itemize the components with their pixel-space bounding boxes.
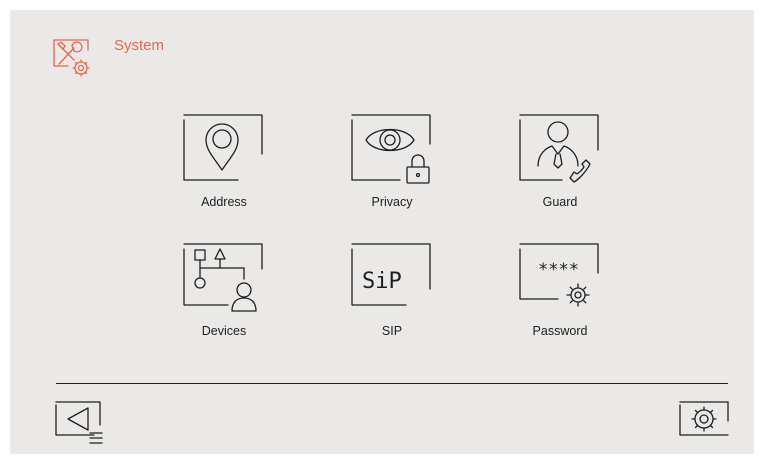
password-gear-icon: **** bbox=[519, 243, 600, 311]
tools-gear-icon bbox=[53, 36, 90, 82]
sip-icon-text: SiP bbox=[362, 269, 402, 294]
page-title: System bbox=[114, 37, 165, 54]
back-button[interactable] bbox=[55, 401, 106, 445]
guard-tile[interactable]: Guard bbox=[496, 114, 616, 224]
back-menu-icon bbox=[55, 401, 103, 444]
settings-button[interactable] bbox=[679, 401, 730, 436]
location-pin-icon bbox=[183, 114, 264, 182]
guard-phone-icon bbox=[519, 114, 600, 183]
sip-tile[interactable]: SiP SIP bbox=[328, 243, 448, 353]
tile-label-devices: Devices bbox=[201, 324, 247, 338]
tile-label-sip: SIP bbox=[381, 324, 403, 338]
privacy-tile[interactable]: Privacy bbox=[328, 114, 448, 224]
devices-tile[interactable]: Devices bbox=[160, 243, 280, 353]
address-tile[interactable]: Address bbox=[160, 114, 280, 224]
password-icon-text: **** bbox=[538, 260, 579, 280]
eye-lock-icon bbox=[351, 114, 432, 184]
tile-label-privacy: Privacy bbox=[371, 195, 413, 209]
tile-label-address: Address bbox=[201, 195, 247, 209]
sip-icon: SiP bbox=[351, 243, 432, 311]
tile-label-password: Password bbox=[532, 324, 588, 338]
settings-refresh-icon bbox=[679, 401, 729, 436]
device-tree-icon bbox=[183, 243, 264, 312]
footer-divider bbox=[56, 383, 728, 384]
password-tile[interactable]: **** Password bbox=[496, 243, 616, 353]
tile-label-guard: Guard bbox=[542, 195, 578, 209]
system-screen: System Address Privacy Guard Devices SiP… bbox=[10, 10, 754, 454]
page-header: System bbox=[53, 36, 254, 82]
